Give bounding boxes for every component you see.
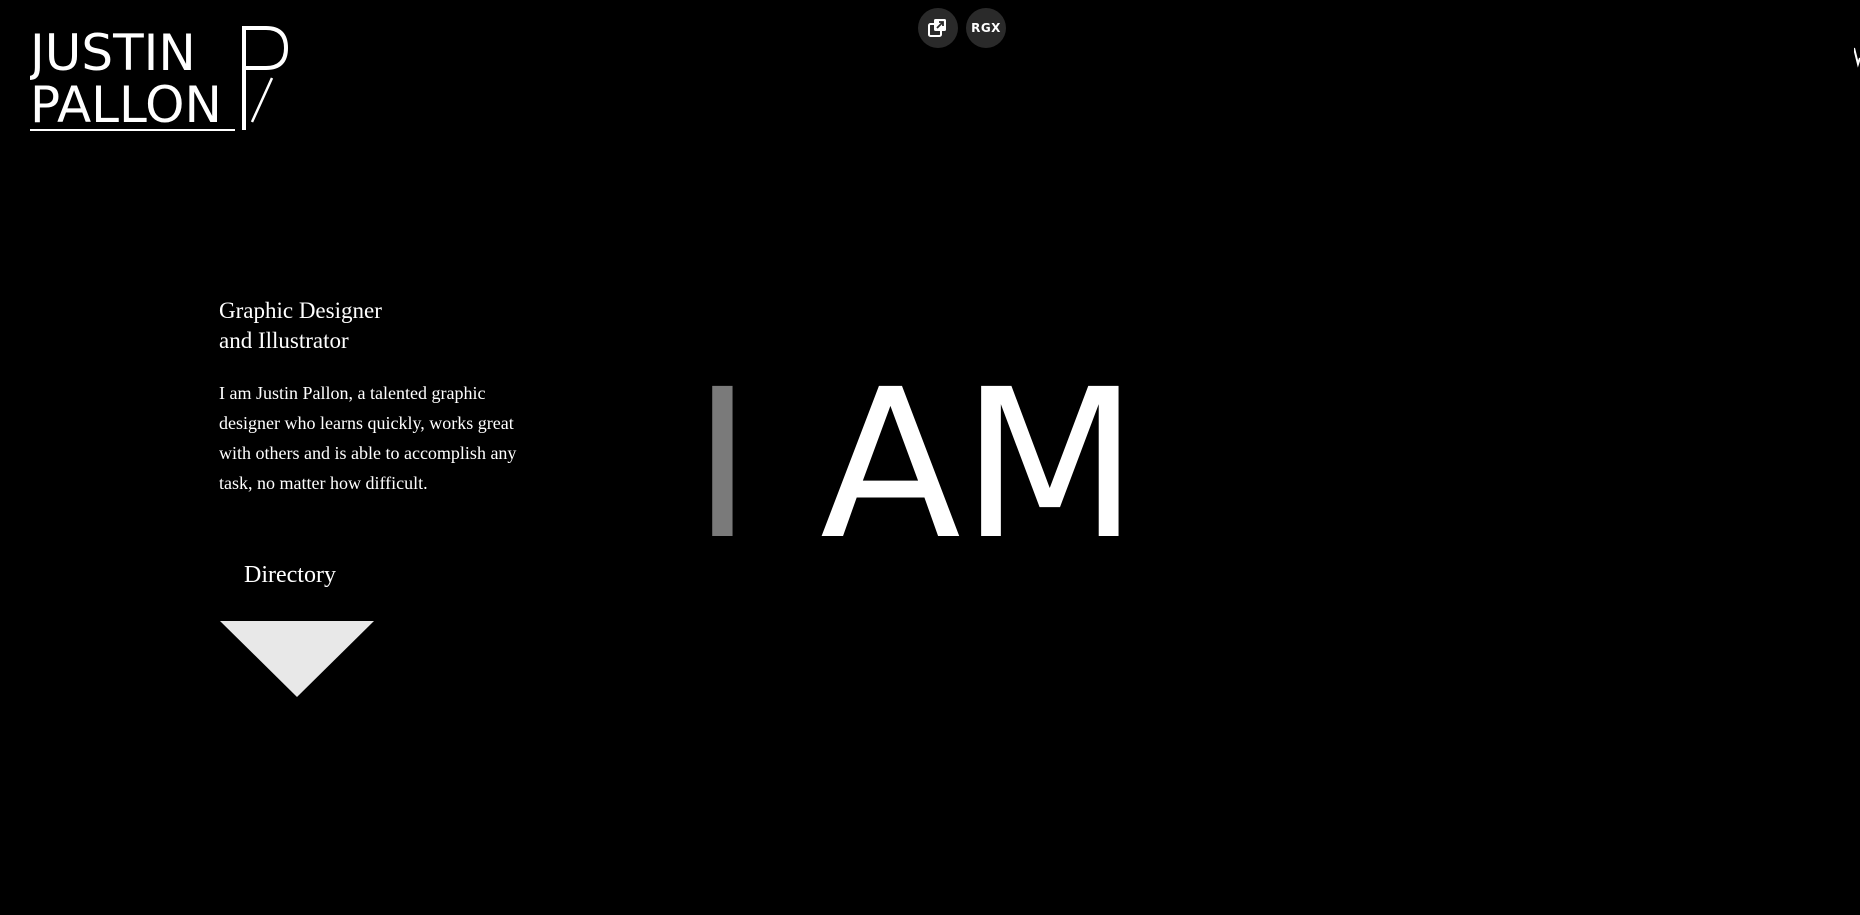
directory-arrow-icon[interactable]	[220, 621, 374, 697]
rgx-label: RGX	[971, 21, 1001, 35]
hero-heading-am: AM	[820, 370, 1139, 550]
intro-title-line-2: and Illustrator	[219, 328, 349, 353]
hero-heading-svg: I AM	[700, 370, 1139, 550]
logo-line-2: PALLON	[30, 76, 222, 134]
logo-p-bowl	[242, 26, 289, 70]
copy-button[interactable]	[918, 8, 958, 48]
hero-heading-i: I	[700, 370, 753, 550]
directory-link[interactable]: Directory	[244, 562, 336, 589]
floating-toolbar: RGX	[918, 8, 1006, 48]
edge-chevron-icon	[1854, 44, 1860, 68]
rgx-button[interactable]: RGX	[966, 8, 1006, 48]
intro-section: Graphic Designer and Illustrator I am Ju…	[219, 296, 539, 498]
site-logo[interactable]: JUSTIN PALLON	[30, 22, 290, 134]
intro-title: Graphic Designer and Illustrator	[219, 296, 539, 356]
logo-line-1: JUSTIN	[30, 24, 196, 82]
page: JUSTIN PALLON RGX I AM Graphic Designer …	[0, 0, 1860, 915]
copy-icon	[928, 19, 946, 37]
hero-heading: I AM	[700, 370, 1220, 550]
logo-mark: JUSTIN PALLON	[30, 24, 289, 134]
intro-description: I am Justin Pallon, a talented graphic d…	[219, 383, 517, 493]
intro-title-line-1: Graphic Designer	[219, 298, 382, 323]
logo-slash	[250, 77, 274, 123]
